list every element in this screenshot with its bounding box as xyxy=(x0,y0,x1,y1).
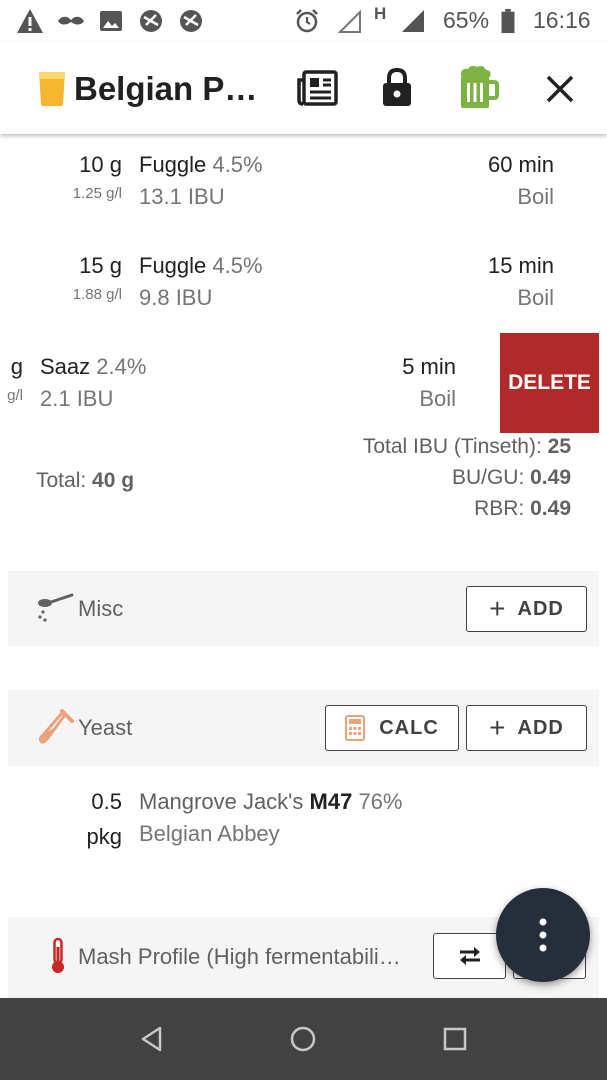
home-icon[interactable] xyxy=(289,1025,317,1053)
total-value: 40 g xyxy=(92,469,135,492)
spoon-icon xyxy=(38,593,74,622)
hop-use: Boil xyxy=(517,285,554,310)
hop-time: 5 min xyxy=(402,354,456,379)
image-icon xyxy=(100,11,122,31)
hop-time: 15 min xyxy=(487,253,554,278)
app-toolbar: Belgian P… xyxy=(0,42,607,134)
warning-icon xyxy=(17,9,43,33)
yeast-add-button[interactable]: + ADD xyxy=(466,705,587,751)
misc-add-button[interactable]: + ADD xyxy=(466,586,587,632)
hop-name-line: Fuggle 4.5% xyxy=(139,253,263,279)
delete-button[interactable]: DELETE xyxy=(500,333,599,433)
plus-icon: + xyxy=(489,712,506,743)
misc-label: Misc xyxy=(78,596,124,621)
yeast-calc-button[interactable]: CALC xyxy=(325,705,459,751)
hop-name-line: Saaz 2.4% xyxy=(40,354,146,380)
recipe-content: 10 g 1.25 g/l Fuggle 4.5% 13.1 IBU 60 mi… xyxy=(0,134,607,998)
status-bar: H 65% 16:16 xyxy=(0,0,607,42)
battery-icon xyxy=(501,8,515,34)
hop-amount: 15 g xyxy=(79,253,122,278)
ibu-value: 25 xyxy=(547,435,571,458)
swap-icon xyxy=(459,947,480,965)
hop-concentration: g/l xyxy=(7,387,23,404)
hop-time: 60 min xyxy=(487,152,554,177)
ibu-label: Total IBU (Tinseth): xyxy=(362,435,542,458)
yeast-name-line: Mangrove Jack's M47 76% xyxy=(139,789,402,815)
total-weight: Total: 40 g xyxy=(36,469,134,493)
back-icon[interactable] xyxy=(138,1025,166,1053)
calculator-icon xyxy=(345,715,366,741)
hop-ibu: 9.8 IBU xyxy=(139,285,213,310)
more-options-fab[interactable] xyxy=(496,888,590,982)
system-nav-bar xyxy=(0,998,607,1080)
bugu-label: BU/GU: xyxy=(451,466,525,489)
thermometer-icon xyxy=(52,937,64,973)
hop-name: Fuggle xyxy=(139,152,207,177)
recents-icon[interactable] xyxy=(442,1026,468,1052)
battery-percent: 65% xyxy=(443,7,490,33)
hop-amount: 10 g xyxy=(79,152,122,177)
signal-icon xyxy=(402,10,424,32)
bugu-value: 0.49 xyxy=(530,466,571,489)
hop-use: Boil xyxy=(517,184,554,209)
hop-use: Boil xyxy=(419,386,456,411)
yeast-attenuation: 76% xyxy=(358,789,403,814)
yeast-section: Yeast CALC + ADD xyxy=(8,690,599,766)
more-vert-icon xyxy=(539,918,547,952)
yeast-label: Yeast xyxy=(78,715,133,740)
mustache-icon xyxy=(58,16,84,25)
rbr-label: RBR: xyxy=(474,497,525,520)
hop-name: Fuggle xyxy=(139,253,207,278)
total-label: Total: xyxy=(36,469,87,492)
hop-concentration: 1.25 g/l xyxy=(72,185,122,202)
data-saver-icon-2 xyxy=(180,10,202,32)
hop-name-line: Fuggle 4.5% xyxy=(139,152,263,178)
close-icon[interactable] xyxy=(545,74,575,104)
hop-ibu: 13.1 IBU xyxy=(139,184,225,209)
rbr: RBR: 0.49 xyxy=(474,497,571,521)
beer-glass-icon xyxy=(39,72,65,106)
yeast-brand: Mangrove Jack's xyxy=(139,789,304,814)
clock: 16:16 xyxy=(533,7,591,33)
yeast-style: Belgian Abbey xyxy=(139,821,280,846)
mash-label: Mash Profile (High fermentabili… xyxy=(78,944,401,969)
hop-alpha: 2.4% xyxy=(96,354,147,379)
yeast-add-label: ADD xyxy=(517,716,564,739)
beer-mug-icon[interactable] xyxy=(456,64,500,110)
hop-alpha: 4.5% xyxy=(212,152,263,177)
misc-add-label: ADD xyxy=(517,597,564,620)
bu-gu: BU/GU: 0.49 xyxy=(452,466,571,490)
data-saver-icon xyxy=(140,10,162,32)
yeast-amount: 0.5 xyxy=(91,789,122,814)
yeast-unit: pkg xyxy=(86,824,122,849)
mash-swap-button[interactable] xyxy=(433,933,506,979)
hop-name: Saaz xyxy=(40,354,91,379)
plus-icon: + xyxy=(489,593,506,624)
network-type: H xyxy=(374,4,387,23)
test-tube-icon xyxy=(38,709,74,744)
hop-ibu: 2.1 IBU xyxy=(40,386,114,411)
signal-empty-icon xyxy=(338,9,361,33)
yeast-code: M47 xyxy=(309,789,353,814)
lock-icon[interactable] xyxy=(380,66,414,108)
hop-alpha: 4.5% xyxy=(212,253,263,278)
hop-amount: g xyxy=(10,354,23,379)
total-ibu: Total IBU (Tinseth): 25 xyxy=(363,435,571,459)
yeast-calc-label: CALC xyxy=(379,716,439,739)
misc-section: Misc + ADD xyxy=(8,571,599,646)
newspaper-icon[interactable] xyxy=(296,68,338,108)
recipe-title[interactable]: Belgian P… xyxy=(74,70,257,108)
alarm-icon xyxy=(296,9,318,33)
rbr-value: 0.49 xyxy=(530,497,571,520)
hop-concentration: 1.88 g/l xyxy=(72,286,122,303)
